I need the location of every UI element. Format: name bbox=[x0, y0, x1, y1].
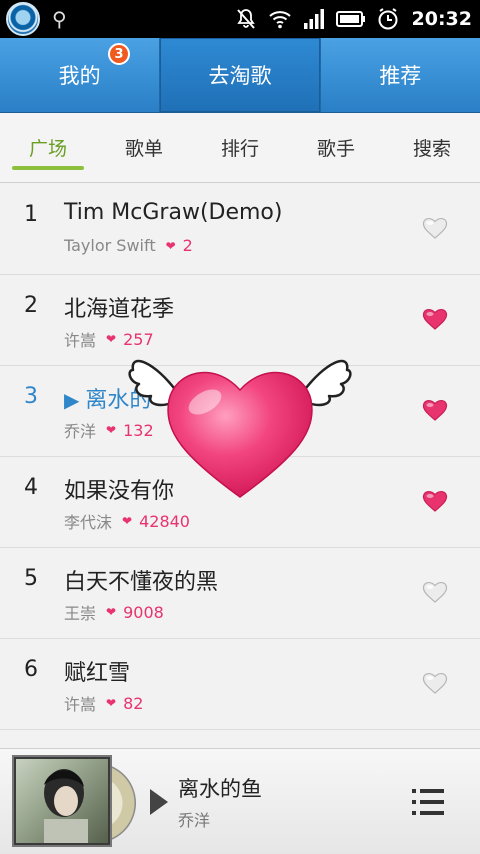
now-playing-title: 离水的鱼 bbox=[178, 777, 262, 801]
music-app-icon bbox=[6, 2, 40, 36]
wifi-icon bbox=[268, 11, 291, 29]
subtab-search[interactable]: 搜索 bbox=[384, 113, 480, 182]
battery-icon bbox=[335, 11, 365, 27]
album-cover[interactable] bbox=[12, 755, 112, 847]
song-title: 赋红雪 bbox=[64, 661, 131, 686]
song-artist: 乔洋 bbox=[64, 422, 97, 441]
main-tab-bar: 我的 3 去淘歌 推荐 bbox=[0, 38, 480, 113]
song-meta: 许嵩 ❤ 82 bbox=[64, 691, 143, 715]
tab-discover-songs-label: 去淘歌 bbox=[208, 64, 272, 88]
song-rank: 5 bbox=[24, 566, 38, 591]
notification-badge: 3 bbox=[108, 43, 130, 65]
status-bar: ⚲ 20:32 bbox=[0, 0, 480, 38]
subtab-charts[interactable]: 排行 bbox=[192, 113, 288, 182]
song-meta: 许嵩 ❤ 257 bbox=[64, 327, 154, 351]
song-row[interactable]: 1 Tim McGraw(Demo) Taylor Swift ❤ 2 bbox=[0, 184, 480, 275]
heart-icon[interactable] bbox=[422, 216, 448, 240]
song-meta: Taylor Swift ❤ 2 bbox=[64, 236, 193, 255]
tab-recommend[interactable]: 推荐 bbox=[321, 38, 480, 112]
song-title: 白天不懂夜的黑 bbox=[64, 570, 219, 595]
now-playing-bar[interactable]: 离水的鱼 乔洋 bbox=[0, 748, 480, 854]
small-heart-icon: ❤ bbox=[165, 238, 176, 253]
song-rank: 2 bbox=[24, 293, 38, 318]
big-heart-icon bbox=[167, 371, 313, 498]
usb-icon: ⚲ bbox=[52, 7, 67, 31]
song-title: Tim McGraw(Demo) bbox=[64, 200, 283, 225]
song-meta: 李代沫 ❤ 42840 bbox=[64, 509, 190, 533]
small-heart-icon: ❤ bbox=[106, 423, 117, 437]
now-playing-icon: ▶ bbox=[64, 388, 80, 412]
song-rank: 1 bbox=[24, 202, 38, 227]
song-rank: 6 bbox=[24, 657, 38, 682]
heart-icon[interactable] bbox=[422, 580, 448, 604]
album-art-image bbox=[44, 769, 88, 843]
song-like-count: 82 bbox=[123, 693, 144, 713]
song-artist: 许嵩 bbox=[64, 695, 97, 714]
sub-tab-bar: 广场 歌单 排行 歌手 搜索 bbox=[0, 113, 480, 183]
song-like-count: 42840 bbox=[139, 511, 190, 531]
subtab-playlists[interactable]: 歌单 bbox=[96, 113, 192, 182]
heart-icon[interactable] bbox=[422, 489, 448, 513]
heart-icon[interactable] bbox=[422, 398, 448, 422]
heart-icon[interactable] bbox=[422, 671, 448, 695]
song-artist: Taylor Swift bbox=[64, 236, 156, 255]
song-row[interactable]: 6 赋红雪 许嵩 ❤ 82 bbox=[0, 639, 480, 730]
song-like-count: 257 bbox=[123, 329, 154, 349]
heart-icon[interactable] bbox=[422, 307, 448, 331]
tab-recommend-label: 推荐 bbox=[379, 64, 422, 88]
signal-icon bbox=[303, 9, 324, 29]
tab-mine-label: 我的 bbox=[58, 64, 101, 88]
playlist-menu-icon[interactable] bbox=[412, 787, 444, 817]
song-rank: 4 bbox=[24, 475, 38, 500]
song-title: 北海道花季 bbox=[64, 297, 175, 322]
winged-heart-popup bbox=[128, 359, 352, 498]
song-like-count: 9008 bbox=[123, 602, 164, 622]
song-like-count: 2 bbox=[182, 236, 193, 255]
small-heart-icon: ❤ bbox=[122, 514, 133, 528]
song-rank: 3 bbox=[24, 384, 38, 409]
song-meta: 王崇 ❤ 9008 bbox=[64, 600, 164, 624]
small-heart-icon: ❤ bbox=[106, 332, 117, 346]
alarm-off-icon bbox=[236, 9, 255, 29]
clock-icon bbox=[378, 8, 398, 30]
song-artist: 许嵩 bbox=[64, 331, 97, 350]
clock-time: 20:32 bbox=[411, 8, 472, 30]
now-playing-artist: 乔洋 bbox=[178, 811, 211, 830]
tab-discover-songs[interactable]: 去淘歌 bbox=[160, 38, 321, 112]
small-heart-icon: ❤ bbox=[106, 605, 117, 619]
tab-mine[interactable]: 我的 3 bbox=[0, 38, 161, 112]
song-row[interactable]: 5 白天不懂夜的黑 王崇 ❤ 9008 bbox=[0, 548, 480, 639]
song-artist: 李代沫 bbox=[64, 513, 113, 532]
subtab-plaza[interactable]: 广场 bbox=[0, 113, 96, 182]
subtab-singers[interactable]: 歌手 bbox=[288, 113, 384, 182]
play-icon[interactable] bbox=[150, 789, 168, 815]
song-artist: 王崇 bbox=[64, 604, 97, 623]
small-heart-icon: ❤ bbox=[106, 696, 117, 710]
